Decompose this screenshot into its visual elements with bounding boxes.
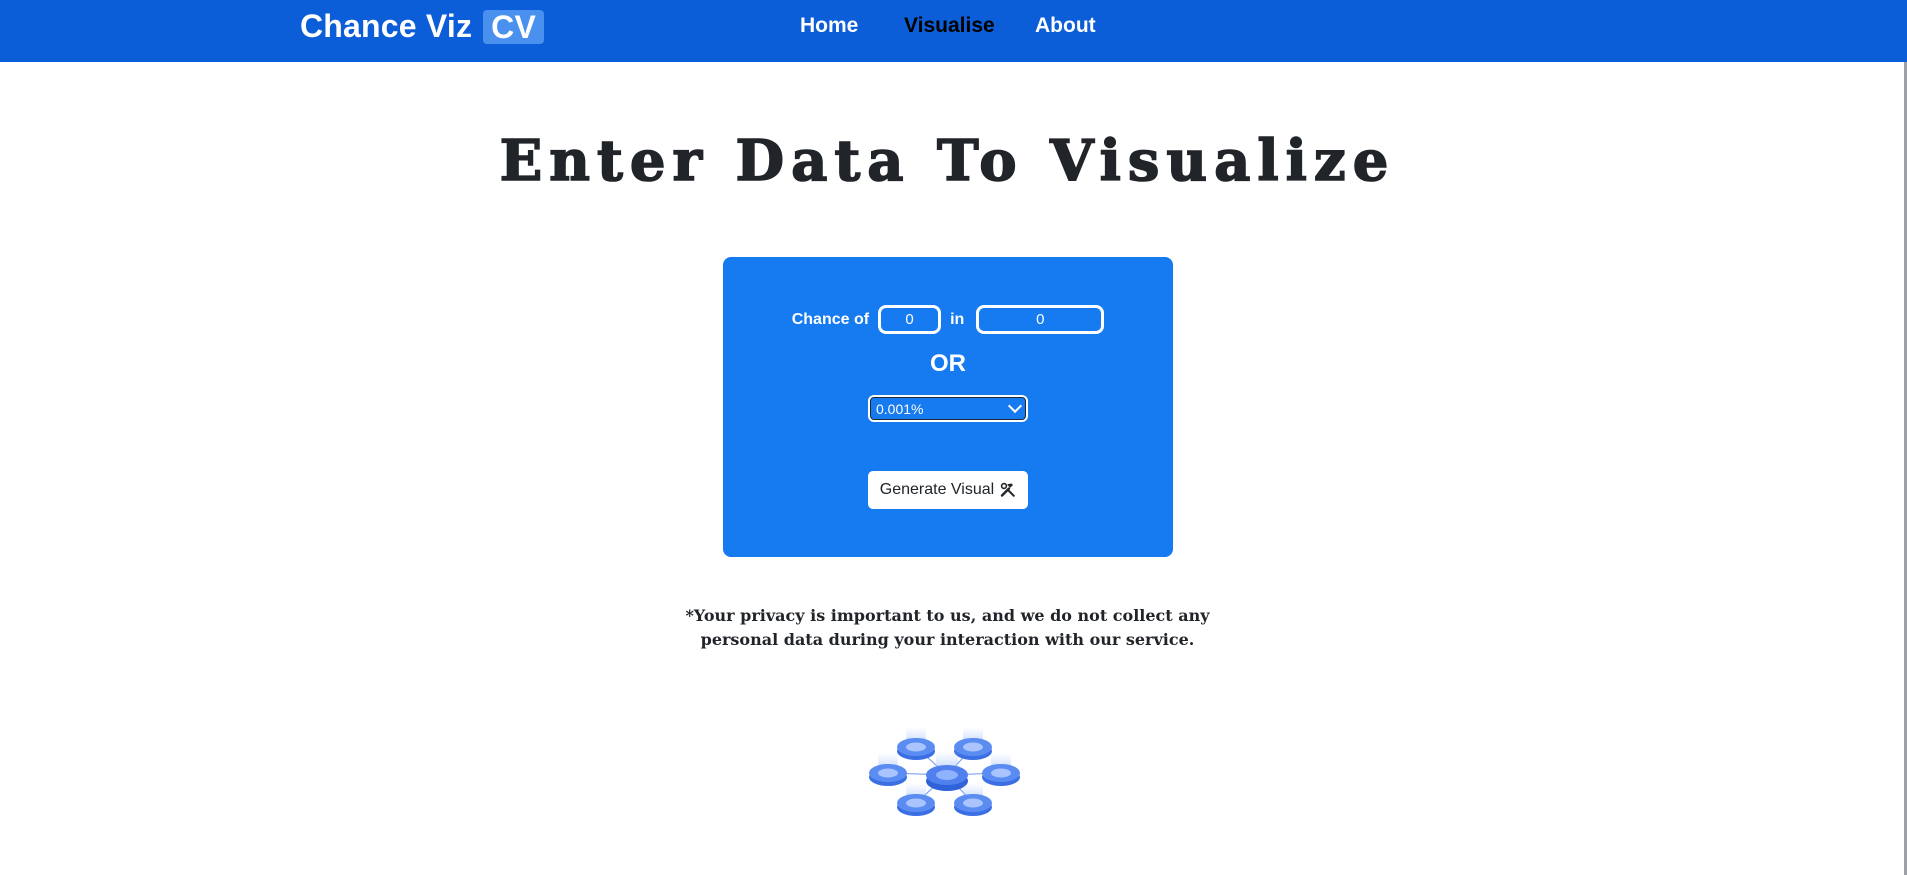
brand-logo[interactable]: Chance Viz CV bbox=[300, 8, 544, 45]
percentage-select-value: 0.001% bbox=[876, 400, 924, 417]
percentage-select[interactable]: 0.001% bbox=[868, 395, 1028, 422]
chance-numerator-input[interactable] bbox=[878, 305, 942, 334]
page-title: Enter Data To Visualize bbox=[499, 127, 1396, 195]
nav-about-link[interactable]: About bbox=[1035, 14, 1096, 38]
chance-of-label: Chance of bbox=[791, 310, 870, 328]
brand-name: Chance Viz bbox=[300, 8, 473, 44]
connected-nodes-illustration bbox=[869, 727, 1020, 816]
nav-visualise-link[interactable]: Visualise bbox=[904, 14, 995, 38]
in-label: in bbox=[950, 310, 965, 328]
or-divider-label: OR bbox=[930, 350, 966, 377]
chance-denominator-input[interactable] bbox=[976, 305, 1105, 334]
chance-row: Chance of in bbox=[723, 305, 1173, 334]
brand-badge: CV bbox=[483, 9, 544, 44]
privacy-note: *Your privacy is important to us, and we… bbox=[685, 606, 1210, 649]
generate-visual-button[interactable]: Generate Visual bbox=[868, 471, 1028, 509]
generate-visual-label: Generate Visual bbox=[879, 481, 995, 498]
input-card: Chance of in OR 0.001% Generate Visual bbox=[723, 257, 1173, 557]
chevron-down-icon bbox=[1007, 398, 1023, 414]
nav-home-link[interactable]: Home bbox=[800, 14, 858, 38]
top-navbar: Chance Viz CV Home Visualise About bbox=[0, 0, 1907, 62]
hammer-wrench-icon bbox=[1001, 482, 1016, 497]
